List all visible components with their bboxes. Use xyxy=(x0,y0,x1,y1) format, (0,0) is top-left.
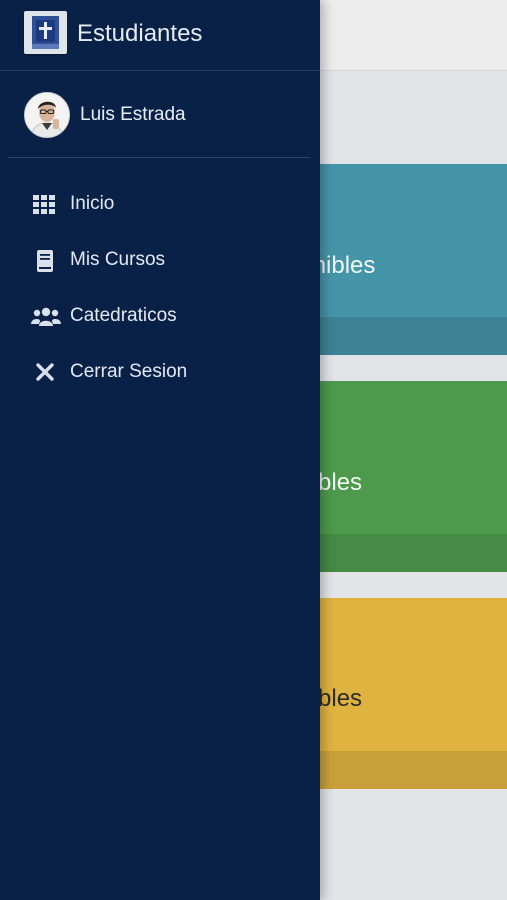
users-icon xyxy=(31,306,61,328)
user-profile[interactable]: Luis Estrada xyxy=(0,92,320,138)
navigation-drawer: Estudiantes Luis Estrada Inicio Mis Curs… xyxy=(0,0,320,900)
drawer-header: Estudiantes xyxy=(0,0,320,71)
book-icon xyxy=(31,250,59,272)
app-title: Estudiantes xyxy=(77,20,203,47)
grid-icon xyxy=(31,194,59,216)
menu-item-inicio[interactable]: Inicio xyxy=(0,178,320,230)
menu-item-label: Mis Cursos xyxy=(70,249,166,270)
menu-item-mis-cursos[interactable]: Mis Cursos xyxy=(0,234,320,286)
divider xyxy=(8,157,310,158)
menu-item-catedraticos[interactable]: Catedraticos xyxy=(0,290,320,342)
school-logo xyxy=(24,11,67,54)
avatar[interactable] xyxy=(24,92,70,138)
user-name: Luis Estrada xyxy=(80,104,186,125)
menu-item-label: Inicio xyxy=(70,193,115,214)
close-icon xyxy=(31,362,59,384)
menu-item-label: Cerrar Sesion xyxy=(70,361,188,382)
menu-item-cerrar-sesion[interactable]: Cerrar Sesion xyxy=(0,346,320,398)
menu-item-label: Catedraticos xyxy=(70,305,177,326)
